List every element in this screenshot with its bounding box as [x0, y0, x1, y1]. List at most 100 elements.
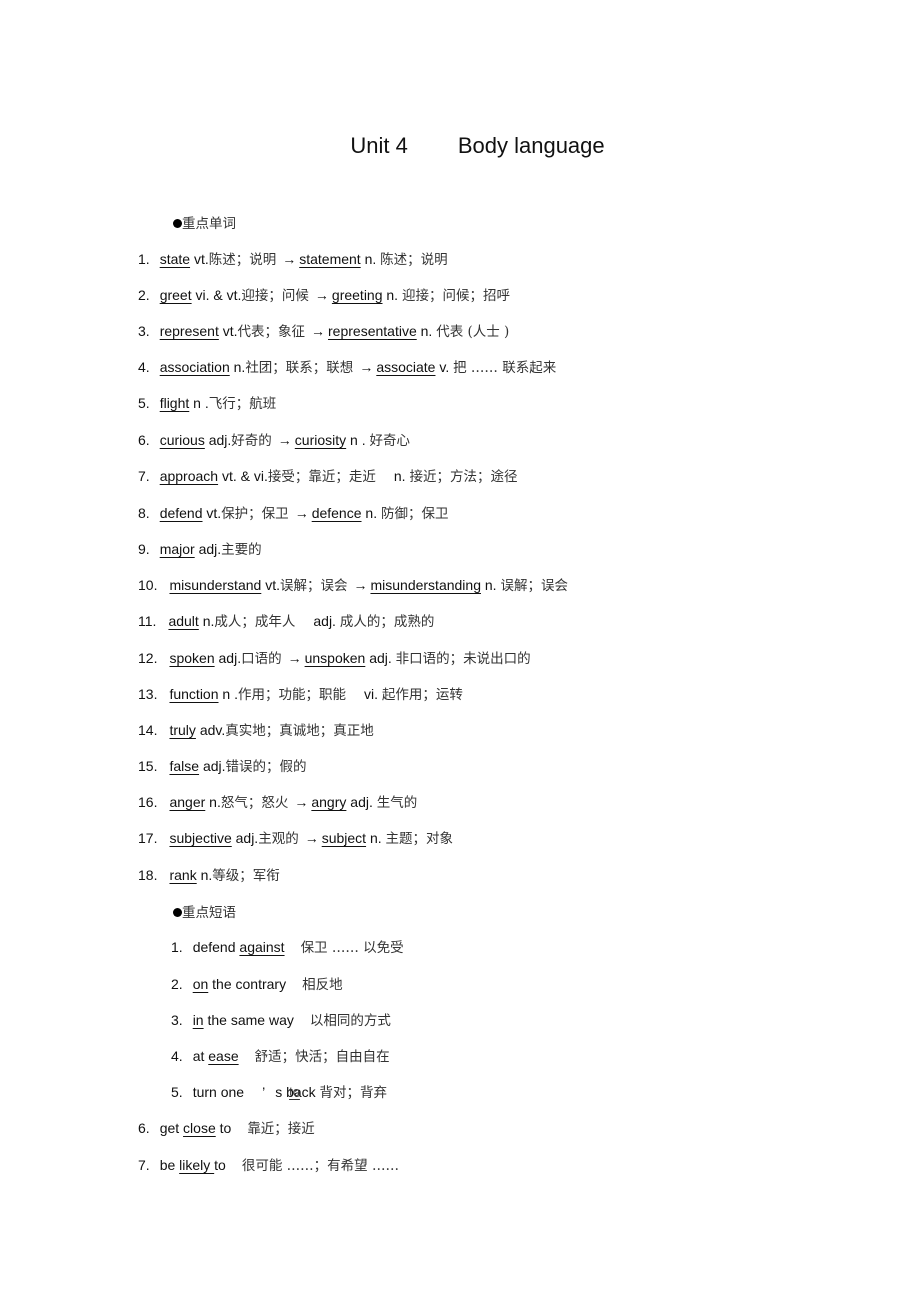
- meaning: 真实地；真诚地；真正地: [225, 723, 374, 739]
- derived-meaning: 迎接；问候；招呼: [401, 288, 510, 304]
- meaning: 好奇的: [231, 433, 272, 449]
- part-of-speech: vi. & vt.: [195, 287, 242, 303]
- item-number: 1.: [171, 939, 183, 955]
- derived-part-of-speech: n .: [350, 432, 366, 448]
- part-of-speech: vt.: [206, 505, 222, 521]
- vocab-word: adult: [168, 613, 199, 629]
- second-part-of-speech: adj.: [313, 613, 336, 629]
- item-number: 16.: [138, 794, 158, 810]
- phrase-blank: in: [192, 1012, 204, 1028]
- phrase-item: 1. defend against 保卫 …… 以免受: [171, 938, 404, 957]
- meaning: 错误的；假的: [225, 759, 307, 775]
- derived-meaning: 好奇心: [369, 433, 411, 449]
- arrow-icon: →: [311, 323, 326, 339]
- phrase-item: 5. turn one’ s back to 背对；背弃: [171, 1083, 387, 1102]
- vocab-item: 1. state vt.陈述；说明 → statement n. 陈述；说明: [138, 250, 448, 269]
- derived-meaning: 把 …… 联系起来: [453, 360, 557, 376]
- arrow-icon: →: [282, 251, 297, 267]
- second-meaning: 成人的；成熟的: [339, 614, 435, 630]
- vocab-item: 12. spoken adj.口语的 → unspoken adj. 非口语的；未说出…: [138, 649, 531, 668]
- part-of-speech: vt. & vi.: [221, 468, 268, 484]
- vocab-item: 2. greet vi. & vt.迎接；问候 → greeting n. 迎接；问候…: [138, 286, 510, 305]
- phrase-meaning: 保卫 …… 以免受: [300, 940, 404, 956]
- phrase-text: be: [159, 1157, 180, 1173]
- phrase-blank: on: [192, 976, 209, 992]
- derived-word: subject: [321, 830, 367, 846]
- meaning: 保护；保卫: [221, 506, 289, 522]
- arrow-icon: →: [353, 577, 368, 593]
- item-number: 11.: [138, 613, 157, 629]
- item-number: 4.: [138, 359, 150, 375]
- meaning: 口语的: [241, 651, 282, 667]
- phrase-item: 4. at ease 舒适；快活；自由自在: [171, 1047, 390, 1066]
- phrase-blank: likely: [179, 1157, 215, 1173]
- second-part-of-speech: n.: [393, 468, 406, 484]
- vocab-item: 13. function n .作用；功能；职能 vi. 起作用；运转: [138, 685, 463, 704]
- part-of-speech: vt.: [222, 323, 238, 339]
- derived-part-of-speech: n.: [364, 251, 377, 267]
- item-number: 2.: [138, 287, 150, 303]
- item-number: 5.: [171, 1084, 183, 1100]
- meaning: 社团；联系；联想: [245, 360, 354, 376]
- derived-word: representative: [328, 323, 417, 339]
- phrase-meaning: 很可能 ……；有希望 ……: [241, 1158, 399, 1174]
- second-meaning: 接近；方法；途径: [409, 469, 518, 485]
- derived-part-of-speech: n.: [365, 505, 378, 521]
- arrow-icon: →: [359, 359, 374, 375]
- part-of-speech: adj.: [208, 432, 232, 448]
- derived-part-of-speech: n.: [484, 577, 497, 593]
- derived-meaning: 误解；误会: [500, 578, 568, 594]
- vocab-item: 7. approach vt. & vi.接受；靠近；走近 n. 接近；方法；途径: [138, 467, 517, 486]
- derived-meaning: 代表 (人士 ): [436, 324, 510, 340]
- vocab-word: flight: [159, 395, 190, 411]
- meaning: 迎接；问候: [241, 288, 309, 304]
- vocab-item: 8. defend vt.保护；保卫 → defence n. 防御；保卫: [138, 504, 448, 523]
- vocab-word: false: [169, 758, 200, 774]
- vocab-word: anger: [169, 794, 206, 810]
- vocab-word: approach: [159, 468, 219, 484]
- vocab-word: subjective: [169, 830, 232, 846]
- derived-meaning: 陈述；说明: [380, 252, 448, 268]
- phrase-text: s: [275, 1084, 287, 1100]
- section-heading-words: 重点单词: [173, 212, 236, 232]
- vocab-word: defend: [159, 505, 203, 521]
- item-number: 10.: [138, 577, 158, 593]
- item-number: 6.: [138, 432, 150, 448]
- arrow-icon: →: [294, 505, 309, 521]
- vocab-item: 18. rank n.等级；军衔: [138, 866, 280, 885]
- apostrophe: ’: [262, 1084, 266, 1100]
- derived-meaning: 生气的: [376, 795, 418, 811]
- item-number: 7.: [138, 468, 150, 484]
- derived-part-of-speech: v.: [439, 359, 450, 375]
- phrase-blank: ease: [208, 1048, 239, 1064]
- phrase-item: 3. in the same way 以相同的方式: [171, 1011, 391, 1030]
- vocab-word: association: [159, 359, 230, 375]
- vocab-word: major: [159, 541, 195, 557]
- item-number: 15.: [138, 758, 158, 774]
- arrow-icon: →: [294, 794, 309, 810]
- phrase-text: the same way: [203, 1012, 294, 1028]
- vocab-item: 4. association n.社团；联系；联想 → associate v. 把 …: [138, 358, 556, 377]
- item-number: 9.: [138, 541, 150, 557]
- item-number: 13.: [138, 686, 158, 702]
- meaning: 陈述；说明: [208, 252, 277, 268]
- item-number: 5.: [138, 395, 150, 411]
- part-of-speech: adj.: [218, 650, 242, 666]
- item-number: 1.: [138, 251, 150, 267]
- vocab-item: 14. truly adv.真实地；真诚地；真正地: [138, 721, 374, 740]
- derived-part-of-speech: adj.: [350, 794, 373, 810]
- vocab-word: spoken: [169, 650, 215, 666]
- phrase-item: 2. on the contrary 相反地: [171, 975, 343, 994]
- part-of-speech: n.: [202, 613, 215, 629]
- derived-word: statement: [299, 251, 361, 267]
- phrase-meaning: 舒适；快活；自由自在: [254, 1049, 390, 1065]
- part-of-speech: vt.: [193, 251, 209, 267]
- phrase-text: to: [214, 1157, 226, 1173]
- phrase-item: 6. get close to 靠近；接近: [138, 1119, 315, 1138]
- part-of-speech: adj.: [202, 758, 226, 774]
- phrase-text: get: [159, 1120, 184, 1136]
- vocab-item: 11. adult n.成人；成年人 adj. 成人的；成熟的: [138, 612, 434, 631]
- derived-part-of-speech: n.: [386, 287, 399, 303]
- part-of-speech: n .: [193, 395, 209, 411]
- second-part-of-speech: vi.: [363, 686, 378, 702]
